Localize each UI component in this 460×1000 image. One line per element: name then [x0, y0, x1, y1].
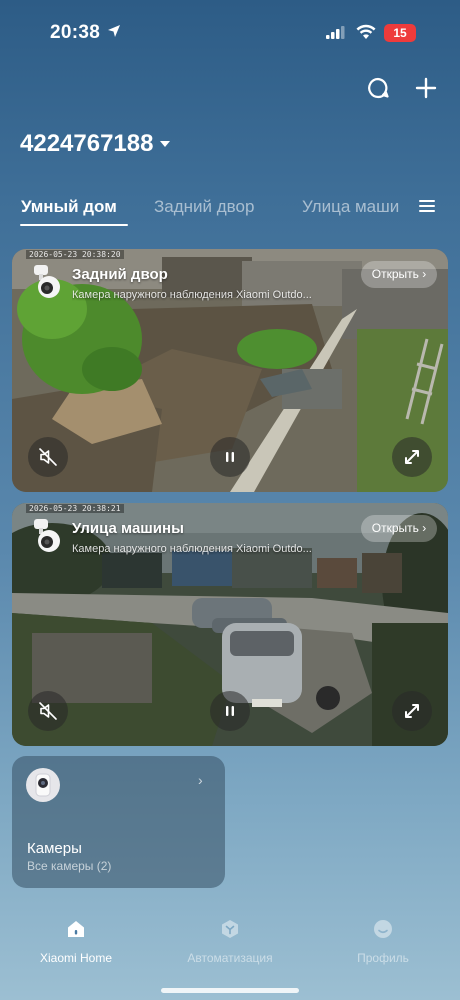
nav-xiaomi-home[interactable]: Xiaomi Home: [11, 918, 141, 965]
camera-name: Задний двор: [72, 266, 168, 283]
nav-profile[interactable]: Профиль: [318, 918, 448, 965]
mute-button[interactable]: [28, 437, 68, 477]
home-selector[interactable]: 4224767188: [20, 130, 153, 158]
camera-card-street[interactable]: 2026-05-23 20:38:21 Улица машины Камера …: [12, 503, 448, 746]
nav-label: Профиль: [357, 951, 409, 965]
pause-icon: [226, 452, 234, 462]
caret-down-icon[interactable]: [160, 141, 170, 147]
nav-label: Xiaomi Home: [39, 951, 113, 965]
chevron-right-icon: ›: [418, 521, 427, 535]
status-bar: 20:38 15: [0, 0, 460, 68]
menu-icon[interactable]: [418, 198, 436, 219]
battery-indicator: 15: [384, 24, 416, 42]
home-indicator[interactable]: [161, 988, 299, 993]
camera-device-icon: [28, 263, 66, 301]
profile-icon: [372, 918, 394, 940]
nav-label: Автоматизация: [187, 951, 273, 965]
cameras-tile[interactable]: › Камеры Все камеры (2): [12, 756, 225, 888]
speaker-muted-icon: [39, 702, 57, 720]
camera-device-icon: [28, 517, 66, 555]
tab-backyard[interactable]: Задний двор: [154, 197, 254, 217]
cellular-signal-icon: [326, 26, 346, 45]
camera-description: Камера наружного наблюдения Xiaomi Outdo…: [72, 289, 312, 301]
fullscreen-button[interactable]: [392, 437, 432, 477]
open-camera-button[interactable]: Открыть ›: [361, 515, 437, 542]
bottom-navigation: Xiaomi Home Автоматизация Профиль: [0, 910, 460, 1000]
wifi-icon: [356, 24, 376, 45]
fullscreen-icon: [405, 704, 419, 718]
chevron-right-icon: ›: [418, 267, 427, 281]
camera-description: Камера наружного наблюдения Xiaomi Outdo…: [72, 543, 312, 555]
home-icon: [65, 918, 87, 940]
fullscreen-icon: [405, 450, 419, 464]
plus-icon[interactable]: [412, 74, 440, 102]
chevron-right-icon: ›: [198, 772, 203, 788]
active-tab-indicator: [20, 224, 128, 226]
fullscreen-button[interactable]: [392, 691, 432, 731]
pause-button[interactable]: [210, 437, 250, 477]
pause-button[interactable]: [210, 691, 250, 731]
status-time: 20:38: [50, 22, 101, 43]
video-timestamp: 2026-05-23 20:38:21: [26, 504, 124, 513]
open-button-label: Открыть: [371, 267, 419, 281]
speaker-muted-icon: [39, 448, 57, 466]
camera-device-icon: [26, 768, 60, 802]
pause-icon: [226, 706, 234, 716]
open-camera-button[interactable]: Открыть ›: [361, 261, 437, 288]
tile-subtitle: Все камеры (2): [27, 859, 112, 873]
tab-car-street[interactable]: Улица маши: [302, 197, 399, 217]
camera-name: Улица машины: [72, 520, 184, 537]
tile-title: Камеры: [27, 840, 82, 857]
video-timestamp: 2026-05-23 20:38:20: [26, 250, 124, 259]
automation-icon: [219, 918, 241, 940]
open-button-label: Открыть: [371, 521, 419, 535]
camera-card-backyard[interactable]: 2026-05-23 20:38:20 Задний двор Камера н…: [12, 249, 448, 492]
mute-button[interactable]: [28, 691, 68, 731]
nav-automation[interactable]: Автоматизация: [165, 918, 295, 965]
tab-smart-home[interactable]: Умный дом: [21, 197, 117, 217]
chat-bubble-icon[interactable]: [364, 74, 392, 102]
room-tabs: Умный дом Задний двор Улица маши: [0, 193, 460, 233]
location-arrow-icon: [107, 24, 121, 43]
